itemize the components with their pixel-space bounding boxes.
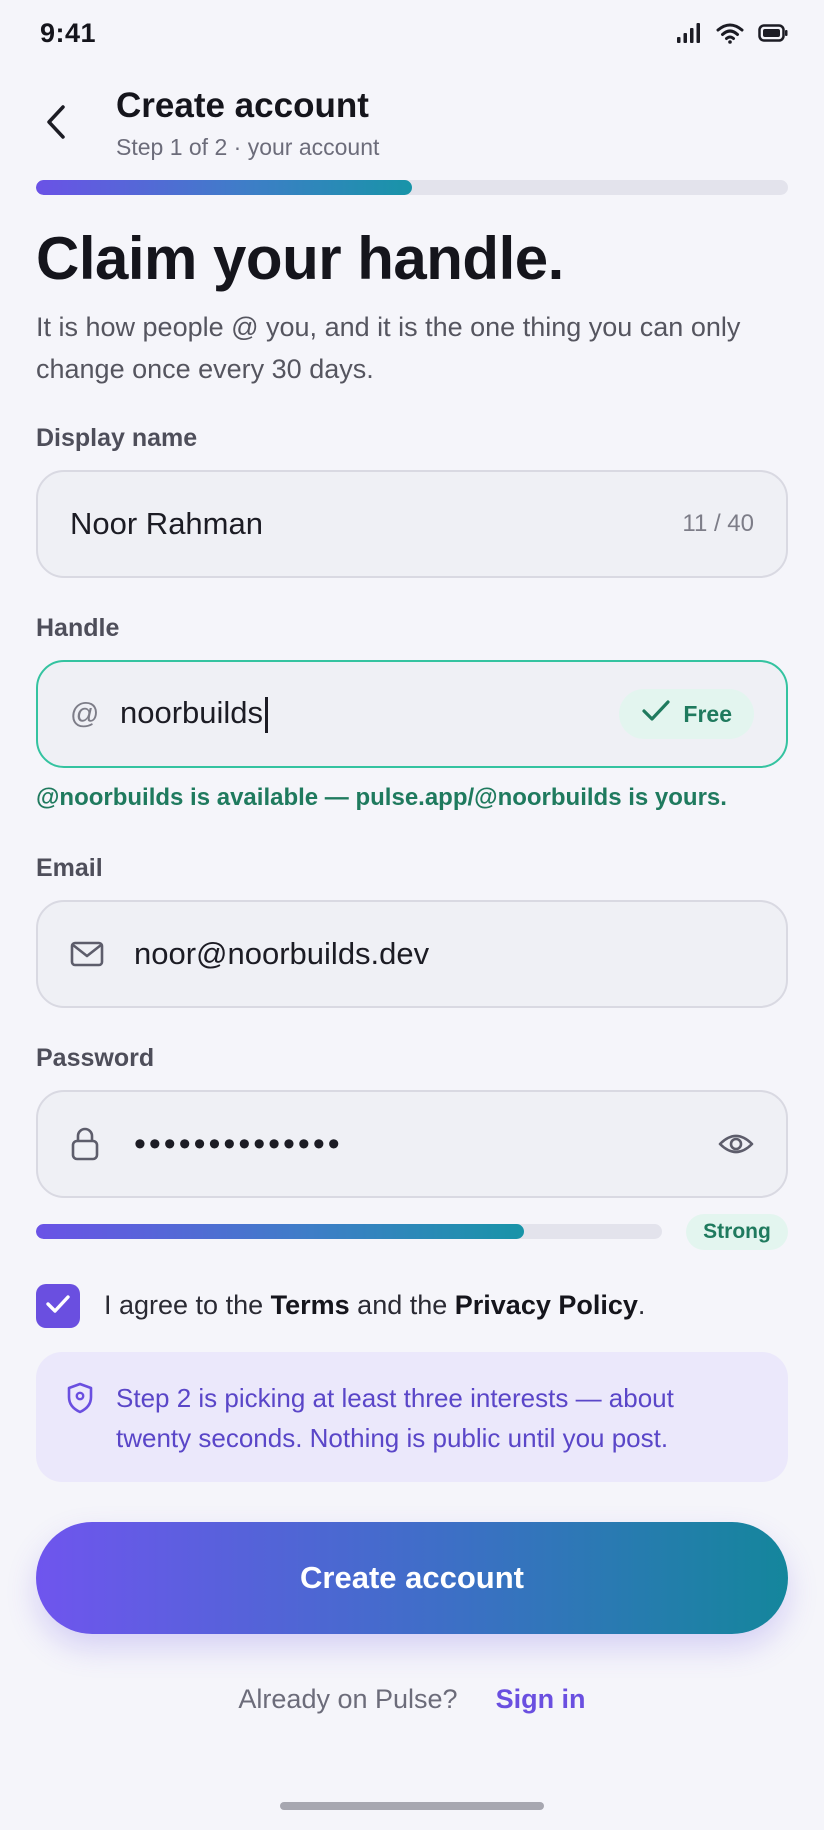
- password-strength-bar: [36, 1224, 662, 1239]
- mail-icon: [70, 940, 114, 968]
- step-progress-fill: [36, 180, 412, 195]
- handle-input[interactable]: noorbuilds: [120, 695, 619, 733]
- checkmark-icon: [45, 1293, 71, 1320]
- status-icons: [676, 22, 788, 49]
- handle-label: Handle: [36, 614, 120, 642]
- password-value[interactable]: ••••••••••••••: [134, 1125, 718, 1164]
- check-icon: [641, 699, 671, 729]
- availability-text: Free: [683, 700, 732, 727]
- signal-icon: [676, 22, 702, 49]
- wifi-icon: [716, 22, 744, 49]
- email-value[interactable]: noor@noorbuilds.dev: [134, 936, 754, 972]
- at-prefix: @: [70, 697, 100, 730]
- terms-agreement-text: I agree to the Terms and the Privacy Pol…: [104, 1290, 645, 1321]
- intro-text: It is how people @ you, and it is the on…: [36, 312, 741, 384]
- email-field[interactable]: noor@noorbuilds.dev: [36, 900, 788, 1008]
- step-indicator: Step 1 of 2 · your account: [116, 134, 380, 160]
- back-button[interactable]: [36, 98, 76, 150]
- password-field[interactable]: ••••••••••••••: [36, 1090, 788, 1198]
- password-label: Password: [36, 1044, 155, 1072]
- step-progress-bar: [36, 180, 788, 195]
- shield-icon: [66, 1378, 94, 1456]
- display-name-value[interactable]: Noor Rahman: [70, 506, 682, 542]
- info-text: Step 2 is picking at least three interes…: [116, 1383, 674, 1453]
- show-password-icon[interactable]: [718, 1132, 754, 1156]
- handle-available-message: @noorbuilds is available — pulse.app/@no…: [36, 784, 727, 811]
- headline: Claim your handle.: [36, 225, 564, 292]
- create-account-button[interactable]: Create account: [36, 1522, 788, 1634]
- agreement-prefix: I agree to the: [104, 1290, 271, 1320]
- battery-icon: [758, 24, 788, 47]
- handle-value: noorbuilds: [120, 695, 264, 731]
- availability-badge: Free: [619, 689, 754, 739]
- home-indicator: [280, 1802, 544, 1810]
- password-strength-badge: Strong: [686, 1214, 788, 1250]
- already-member-text: Already on Pulse?: [238, 1684, 458, 1714]
- character-counter: 11 / 40: [682, 510, 754, 537]
- display-name-field[interactable]: Noor Rahman 11 / 40: [36, 470, 788, 578]
- chevron-left-icon: [45, 104, 67, 145]
- agreement-middle: and the: [349, 1290, 455, 1320]
- email-label: Email: [36, 854, 103, 882]
- display-name-label: Display name: [36, 424, 198, 452]
- terms-link[interactable]: Terms: [271, 1290, 350, 1320]
- agreement-suffix: .: [637, 1290, 646, 1320]
- info-card: Step 2 is picking at least three interes…: [36, 1352, 788, 1482]
- privacy-policy-link[interactable]: Privacy Policy: [455, 1290, 638, 1320]
- password-strength-fill: [36, 1224, 525, 1239]
- text-caret: [265, 696, 269, 733]
- status-time: 9:41: [40, 18, 97, 48]
- terms-checkbox[interactable]: [36, 1284, 80, 1328]
- sign-in-link[interactable]: Sign in: [496, 1684, 586, 1715]
- lock-icon: [70, 1127, 114, 1161]
- handle-field[interactable]: @ noorbuilds Free: [36, 660, 788, 768]
- page-title: Create account: [116, 86, 369, 125]
- sign-in-footer: Already on Pulse? Sign in: [0, 1684, 824, 1715]
